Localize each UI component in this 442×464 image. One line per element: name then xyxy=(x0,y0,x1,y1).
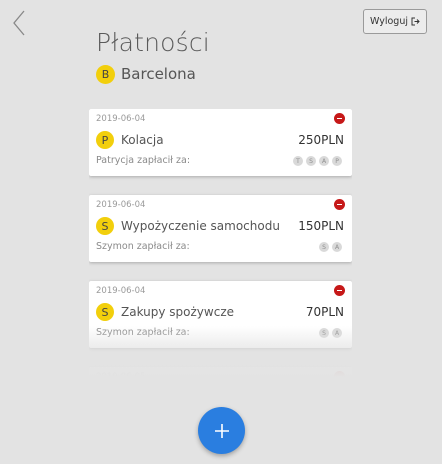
add-payment-button[interactable] xyxy=(198,407,245,454)
participant-chip: S xyxy=(319,242,329,252)
payment-row: S Zakupy spożywcze 70PLN xyxy=(96,302,344,322)
payment-amount: 70PLN xyxy=(305,305,344,319)
page-title: Płatności xyxy=(96,28,210,57)
payment-card[interactable]: 2019-06-05 xyxy=(89,367,352,386)
payment-name: Kolacja xyxy=(121,133,164,147)
payment-date: 2019-06-04 xyxy=(96,286,146,296)
paid-for-label: Patrycja zapłacił za: xyxy=(96,155,191,166)
paid-for-label: Szymon zapłacił za: xyxy=(96,241,190,252)
payment-card[interactable]: 2019-06-04 S Zakupy spożywcze 70PLN Szym… xyxy=(89,281,352,348)
payment-name: Wypożyczenie samochodu xyxy=(121,219,280,233)
logout-icon xyxy=(411,17,420,26)
group-name: Barcelona xyxy=(121,65,196,83)
participant-chip: S xyxy=(319,328,329,338)
chevron-left-icon xyxy=(13,10,25,36)
back-button[interactable] xyxy=(10,10,34,36)
payment-date: 2019-06-05 xyxy=(96,372,146,382)
participant-chip: S xyxy=(306,156,316,166)
payments-list[interactable]: 2019-06-04 P Kolacja 250PLN Patrycja zap… xyxy=(89,109,352,386)
group-info: B Barcelona xyxy=(96,64,196,84)
payment-date: 2019-06-04 xyxy=(96,200,146,210)
participants: S A xyxy=(319,328,342,338)
payment-row: P Kolacja 250PLN xyxy=(96,130,344,150)
participant-chip: P xyxy=(332,156,342,166)
participants: T S A P xyxy=(293,156,342,166)
delete-payment-button[interactable] xyxy=(334,371,345,382)
payment-date: 2019-06-04 xyxy=(96,114,146,124)
delete-payment-button[interactable] xyxy=(334,199,345,210)
payer-avatar: S xyxy=(96,303,114,321)
participant-chip: T xyxy=(293,156,303,166)
delete-payment-button[interactable] xyxy=(334,285,345,296)
payment-card[interactable]: 2019-06-04 S Wypożyczenie samochodu 150P… xyxy=(89,195,352,262)
participant-chip: A xyxy=(332,242,342,252)
payer-avatar: S xyxy=(96,217,114,235)
delete-payment-button[interactable] xyxy=(334,113,345,124)
payment-name: Zakupy spożywcze xyxy=(121,305,234,319)
logout-label: Wyloguj xyxy=(370,16,408,27)
payer-avatar: P xyxy=(96,131,114,149)
paid-for-label: Szymon zapłacił za: xyxy=(96,327,190,338)
participants: S A xyxy=(319,242,342,252)
payment-card[interactable]: 2019-06-04 P Kolacja 250PLN Patrycja zap… xyxy=(89,109,352,176)
payment-amount: 250PLN xyxy=(298,133,344,147)
payment-amount: 150PLN xyxy=(298,219,344,233)
payment-row: S Wypożyczenie samochodu 150PLN xyxy=(96,216,344,236)
participant-chip: A xyxy=(332,328,342,338)
participant-chip: A xyxy=(319,156,329,166)
group-avatar: B xyxy=(96,64,115,84)
logout-button[interactable]: Wyloguj xyxy=(363,9,427,34)
plus-icon xyxy=(214,423,229,438)
